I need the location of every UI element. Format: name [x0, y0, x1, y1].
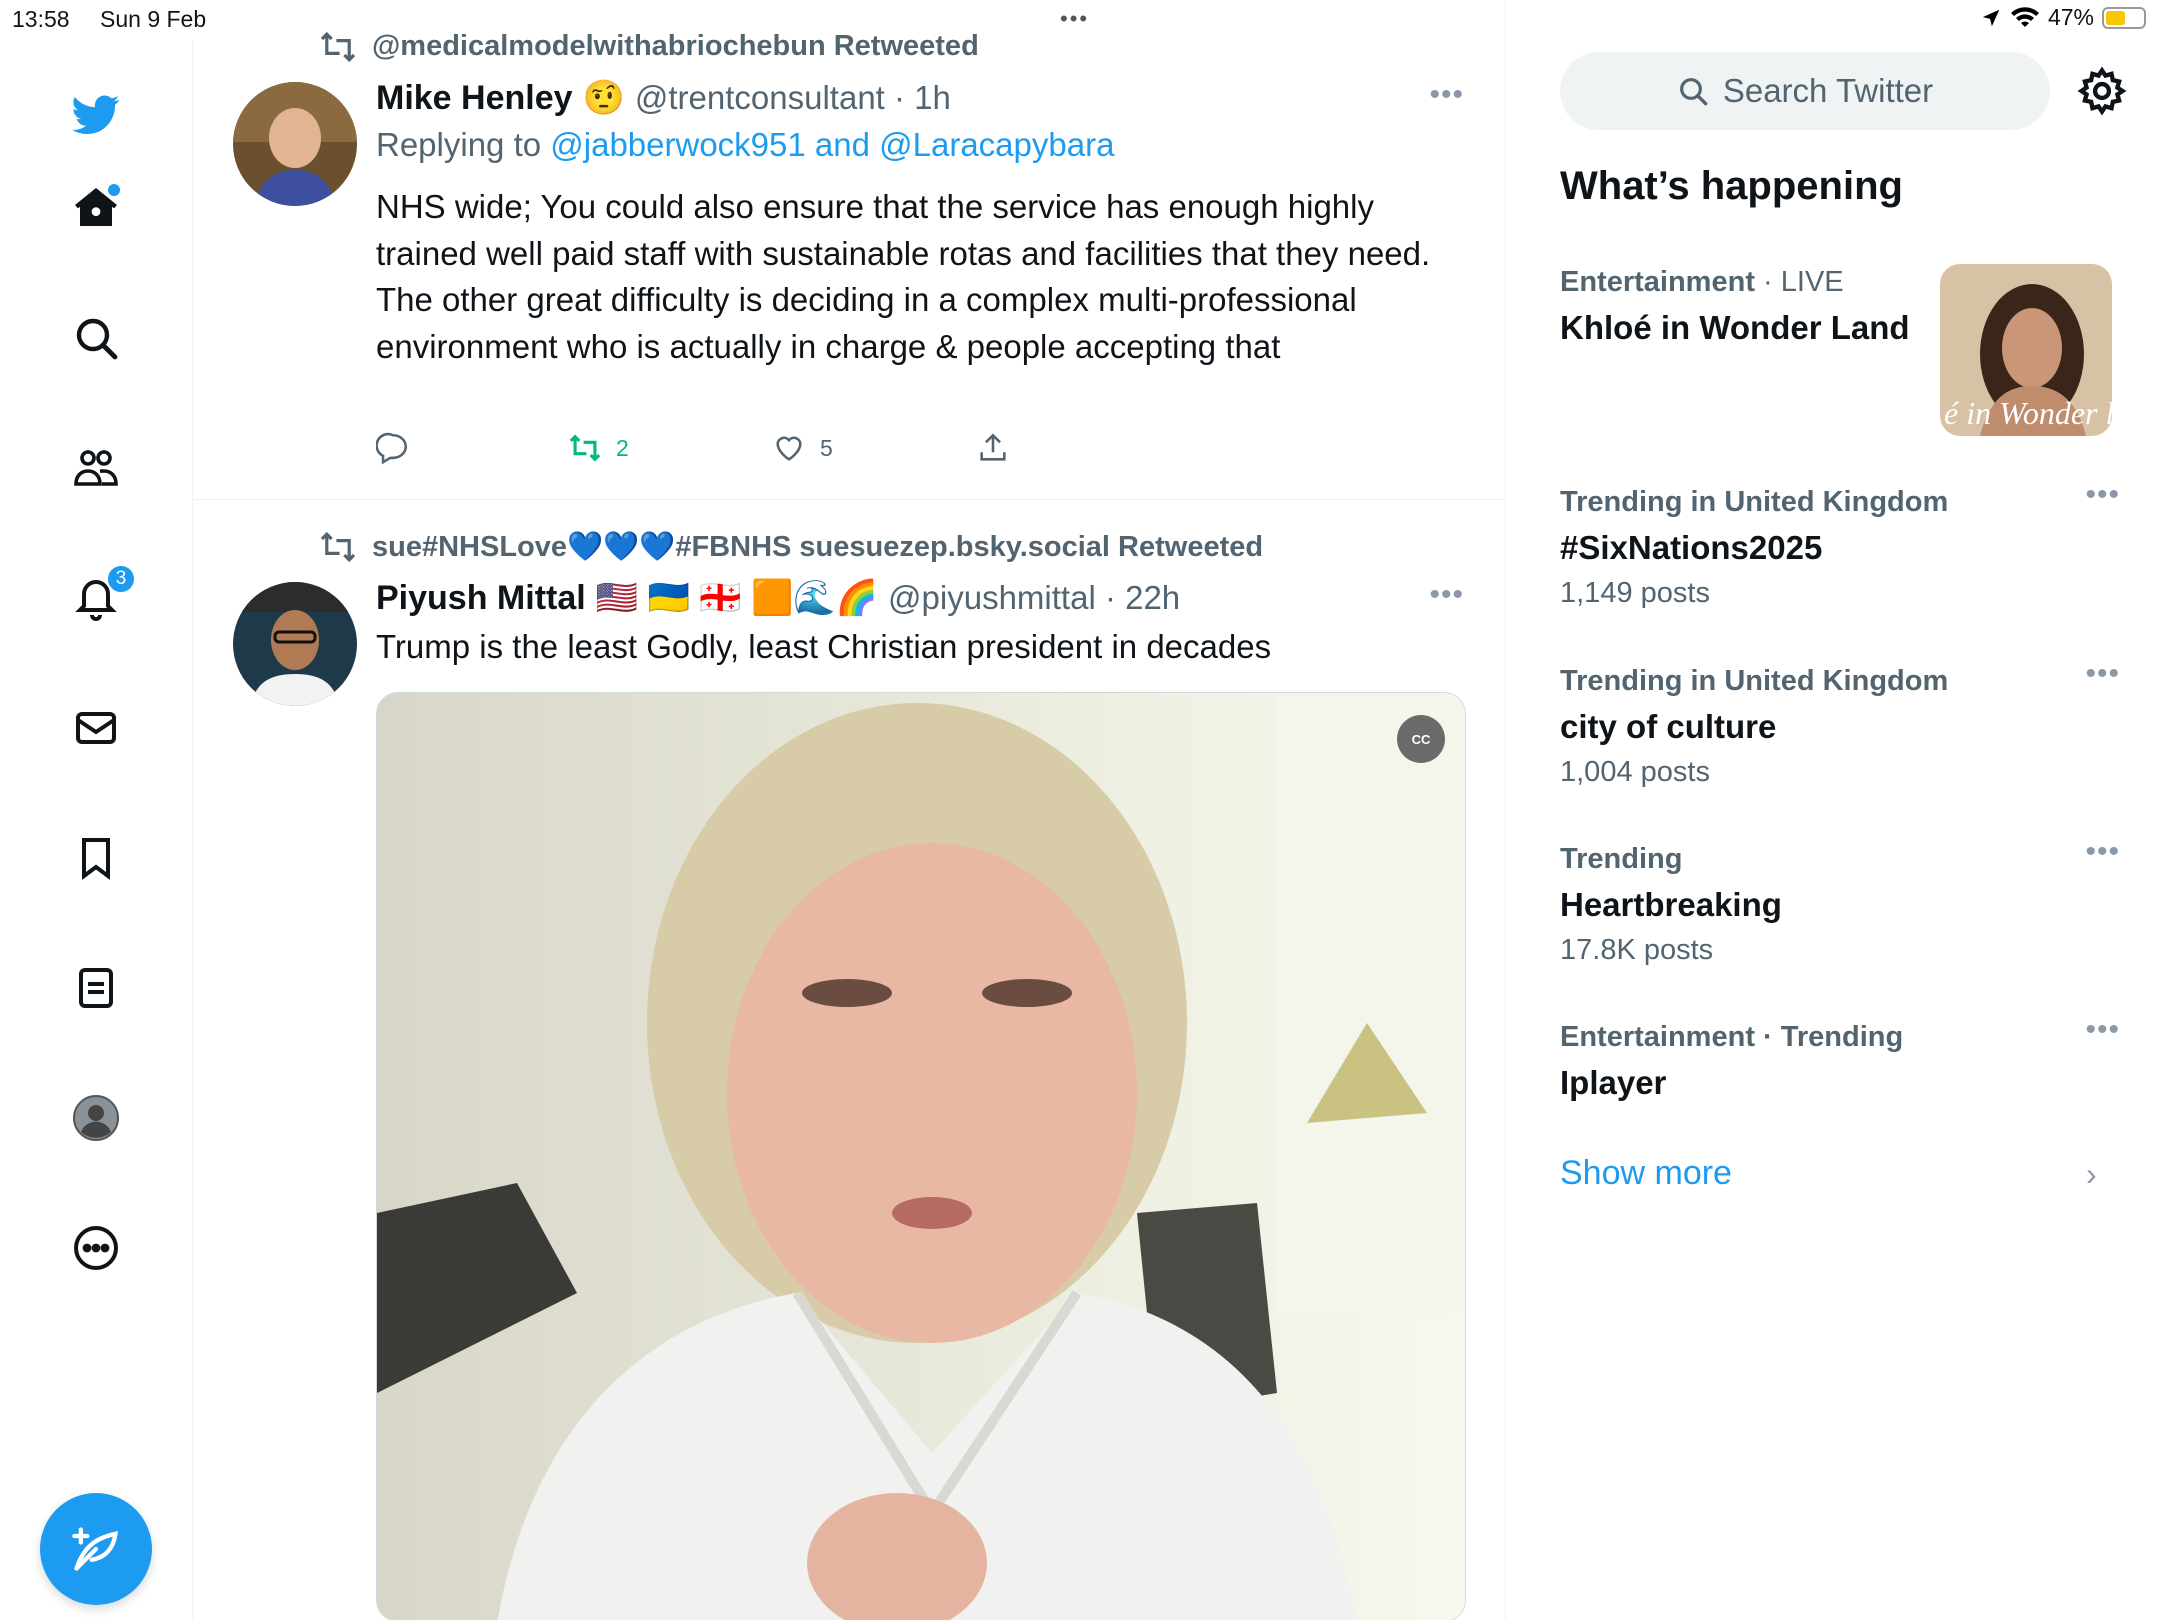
notifications-bell-icon[interactable]: 3 [70, 564, 136, 624]
trend-title: Iplayer [1560, 1064, 1667, 1101]
tweet-text: NHS wide; You could also ensure that the… [376, 188, 1431, 365]
author-name[interactable]: Piyush Mittal [376, 579, 586, 618]
trend-title: city of culture [1560, 708, 1777, 745]
trend-category: Trending [1560, 843, 1683, 875]
search-placeholder: Search Twitter [1722, 72, 1934, 109]
timeline[interactable]: @medicalmodelwithabriochebun Retweeted M… [193, 0, 1506, 1620]
chevron-right-icon[interactable]: › [2086, 1156, 2097, 1193]
trend-item[interactable]: ••• Trending Heartbreaking 17.8K posts [1560, 835, 2120, 967]
tweet-author-row: Piyush Mittal 🇺🇸 🇺🇦 🇬🇪 🟧🌊🌈 @piyushmittal… [376, 578, 1180, 618]
retweet-icon [320, 531, 356, 563]
trend-category: Trending in United Kingdom [1560, 665, 1949, 697]
messages-envelope-icon[interactable] [70, 702, 122, 754]
left-navigation: 3 [0, 40, 193, 1620]
like-count: 5 [820, 434, 833, 461]
share-button[interactable] [976, 431, 1010, 465]
more-options-icon[interactable] [70, 1222, 122, 1274]
share-icon [980, 433, 1006, 461]
settings-gear-icon[interactable] [2076, 65, 2128, 117]
search-input[interactable]: Search Twitter [1560, 52, 2050, 130]
retweet-icon [569, 434, 601, 462]
compose-quill-icon [72, 1527, 119, 1571]
trend-post-count: 1,149 posts [1560, 577, 1710, 609]
reply-icon [376, 432, 408, 465]
retweet-icon [320, 31, 356, 62]
trend-post-count: 17.8K posts [1560, 934, 1714, 966]
retweeted-by[interactable]: @medicalmodelwithabriochebun Retweeted [372, 30, 979, 63]
like-button[interactable]: 5 [772, 431, 833, 465]
avatar[interactable] [233, 82, 357, 206]
author-emoji: 🇺🇸 🇺🇦 🇬🇪 🟧🌊🌈 [595, 579, 879, 617]
tweet-text: Trump is the least Godly, least Christia… [376, 628, 1272, 665]
status-date: Sun 9 Feb [100, 6, 207, 32]
trend-item[interactable]: ••• Trending in United Kingdom #SixNatio… [1560, 478, 2120, 610]
trend-title: Heartbreaking [1560, 886, 1782, 923]
replying-to: Replying to @jabberwock951 and @Laracapy… [376, 126, 1114, 164]
trend-more-icon[interactable]: ••• [2085, 1013, 2120, 1047]
trend-item[interactable]: ••• Entertainment · Trending Iplayer [1560, 1013, 2120, 1102]
whats-happening-heading: What’s happening [1560, 164, 1903, 208]
tweet[interactable]: sue#NHSLove💙💙💙#FBNHS suesuezep.bsky.soci… [193, 520, 1505, 1620]
author-handle[interactable]: @trentconsultant · 1h [635, 79, 951, 117]
reply-button[interactable] [376, 431, 410, 465]
retweet-count: 2 [616, 434, 629, 461]
trend-live-label: · LIVE [1754, 266, 1844, 298]
retweet-context: @medicalmodelwithabriochebun Retweeted [318, 30, 979, 63]
search-icon [1679, 78, 1708, 106]
author-emoji: 🤨 [582, 79, 625, 117]
replying-to-users[interactable]: @jabberwock951 and @Laracapybara [550, 126, 1114, 163]
lists-icon[interactable] [70, 962, 122, 1014]
trend-thumbnail[interactable]: é in Wonder l [1940, 264, 2112, 436]
trend-thumbnail-caption: é in Wonder l [1944, 395, 2112, 431]
tweet-actions: 2 5 [376, 431, 1276, 471]
tweet[interactable]: @medicalmodelwithabriochebun Retweeted M… [193, 28, 1505, 500]
retweet-button[interactable]: 2 [568, 431, 629, 465]
trend-more-icon[interactable]: ••• [2085, 835, 2120, 869]
author-handle[interactable]: @piyushmittal · 22h [888, 579, 1180, 617]
retweet-context: sue#NHSLove💙💙💙#FBNHS suesuezep.bsky.soci… [318, 530, 1263, 564]
compose-tweet-button[interactable] [40, 1493, 152, 1605]
home-unread-dot [108, 184, 120, 196]
retweeted-by[interactable]: sue#NHSLove💙💙💙#FBNHS suesuezep.bsky.soci… [372, 530, 1263, 564]
notifications-badge: 3 [106, 564, 136, 594]
show-more-link[interactable]: Show more [1560, 1154, 1732, 1193]
right-sidebar: Search Twitter What’s happening Entertai… [1506, 0, 2160, 1620]
tweet-more-icon[interactable]: ••• [1429, 78, 1464, 112]
bookmarks-icon[interactable] [70, 832, 122, 884]
trend-post-count: 1,004 posts [1560, 756, 1710, 788]
communities-icon[interactable] [70, 442, 122, 494]
trend-category: Trending in United Kingdom [1560, 486, 1949, 518]
trend-category-label: Entertainment [1560, 266, 1755, 298]
tweet-author-row: Mike Henley 🤨 @trentconsultant · 1h [376, 78, 951, 118]
profile-avatar-icon[interactable] [70, 1092, 122, 1144]
explore-search-icon[interactable] [70, 312, 122, 364]
replying-prefix: Replying to [376, 126, 551, 163]
tweet-video[interactable]: CC [376, 692, 1466, 1620]
trend-more-icon[interactable]: ••• [2085, 657, 2120, 691]
status-time: 13:58 [12, 6, 70, 32]
home-icon[interactable] [70, 182, 122, 234]
trend-item[interactable]: ••• Trending in United Kingdom city of c… [1560, 657, 2120, 789]
author-name[interactable]: Mike Henley [376, 79, 573, 118]
tweet-more-icon[interactable]: ••• [1429, 578, 1464, 612]
trend-category: Entertainment · Trending [1560, 1021, 1904, 1053]
heart-icon [776, 436, 802, 461]
avatar[interactable] [233, 582, 357, 706]
trend-more-icon[interactable]: ••• [2085, 478, 2120, 512]
trend-title: #SixNations2025 [1560, 529, 1823, 566]
twitter-logo-icon[interactable] [70, 88, 122, 140]
closed-captions-button[interactable]: CC [1397, 715, 1445, 763]
